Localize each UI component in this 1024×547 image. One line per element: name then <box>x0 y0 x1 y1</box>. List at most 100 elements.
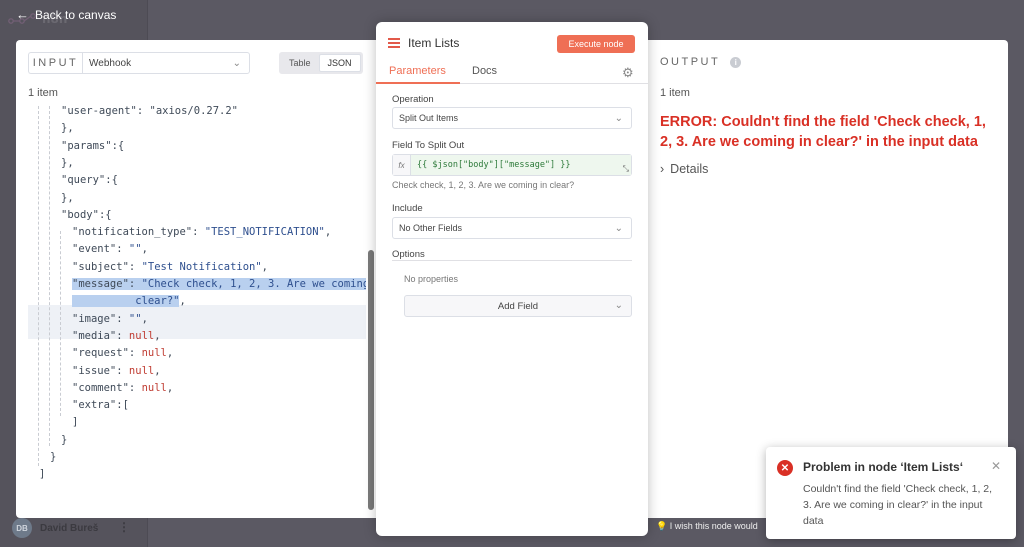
json-line: "issue": null, <box>72 363 161 380</box>
feedback-label: I wish this node would <box>669 521 758 531</box>
table-view-button[interactable]: Table <box>281 54 319 72</box>
json-line: "body":{ <box>61 207 112 224</box>
back-to-canvas-link[interactable]: ← Back to canvas <box>16 7 116 22</box>
lightbulb-icon: 💡 <box>656 521 668 531</box>
include-value: No Other Fields <box>399 223 463 233</box>
user-profile[interactable]: DB David Bureš <box>12 518 98 538</box>
scrollbar[interactable] <box>368 250 374 510</box>
options-label: Options <box>392 249 425 260</box>
input-header: INPUT Webhook ⌄ <box>28 52 250 74</box>
json-text: } <box>50 451 57 463</box>
json-key: "message" <box>72 278 129 290</box>
json-line: "notification_type": "TEST_NOTIFICATION"… <box>72 224 331 241</box>
error-toast: ✕ Problem in node ‘Item Lists‘ Couldn't … <box>766 447 1016 539</box>
add-field-button[interactable]: Add Field ⌄ <box>404 295 632 317</box>
field-to-split-label: Field To Split Out <box>392 140 465 151</box>
field-to-split-input[interactable]: fx {{ $json["body"]["message"] }} ⤡ <box>392 154 632 176</box>
include-select[interactable]: No Other Fields ⌄ <box>392 217 632 239</box>
json-after: :{ <box>98 208 112 221</box>
json-line: "image": "", <box>72 311 148 328</box>
json-line: }, <box>61 155 74 172</box>
json-tail: , <box>154 364 161 377</box>
json-line: "extra":[ <box>72 397 129 414</box>
output-header: OUTPUT i <box>660 56 742 68</box>
input-node-value: Webhook <box>89 57 132 69</box>
json-text: ] <box>39 468 46 481</box>
json-tail: , <box>324 226 332 239</box>
json-cont: clear?" <box>72 295 180 308</box>
chevron-down-icon: ⌄ <box>614 300 623 311</box>
json-str: "Test Notification" <box>141 260 262 273</box>
feedback-bar[interactable]: 💡 I wish this node would <box>650 516 764 536</box>
error-message: ERROR: Couldn't find the field 'Check ch… <box>660 114 986 150</box>
json-line: clear?", <box>72 293 186 310</box>
json-key: "query" <box>61 174 106 187</box>
json-sep: : <box>116 364 129 377</box>
json-key: "issue" <box>72 364 117 377</box>
details-label: Details <box>670 162 709 176</box>
json-sep: : <box>192 226 205 239</box>
indent-guide <box>60 231 61 416</box>
json-tail: , <box>166 381 174 394</box>
gear-icon[interactable]: ⚙ <box>622 65 634 81</box>
json-line: "media": null, <box>72 328 161 345</box>
indent-guide <box>38 106 39 466</box>
json-tail: , <box>261 260 268 273</box>
json-line: "message": "Check check, 1, 2, 3. Are we… <box>72 276 366 293</box>
add-field-label: Add Field <box>497 300 539 312</box>
json-line: }, <box>61 120 74 137</box>
json-str: "" <box>128 312 142 325</box>
chevron-down-icon: ⌄ <box>614 112 623 124</box>
toast-message: Couldn't find the field 'Check check, 1,… <box>803 483 993 527</box>
json-text: ] <box>72 416 79 429</box>
json-text: }, <box>61 191 74 204</box>
input-node-select[interactable]: Webhook ⌄ <box>82 52 250 74</box>
input-panel: INPUT Webhook ⌄ Table JSON 1 item "user-… <box>16 40 376 518</box>
node-title: Item Lists <box>388 36 459 50</box>
json-key: "event" <box>72 243 117 256</box>
json-sep: : <box>116 312 129 325</box>
list-icon <box>388 38 400 48</box>
json-key: "media" <box>72 329 117 342</box>
json-str: "Check check, 1, 2, 3. Are we coming in <box>141 278 366 290</box>
execute-node-button[interactable]: Execute node <box>557 35 635 53</box>
info-icon[interactable]: i <box>730 56 742 68</box>
toast-title: Problem in node ‘Item Lists‘ <box>803 460 964 474</box>
avatar: DB <box>12 518 32 538</box>
no-properties-text: No properties <box>404 274 459 284</box>
json-line: "query":{ <box>61 172 118 189</box>
node-title-text[interactable]: Item Lists <box>408 36 459 50</box>
active-tab-underline <box>376 82 460 84</box>
details-toggle[interactable]: › Details <box>660 162 708 176</box>
json-line: "comment": null, <box>72 380 173 397</box>
json-text: "user-agent": "axios/0.27.2" <box>61 106 239 117</box>
json-key: "image" <box>72 312 117 325</box>
json-key: "params" <box>61 139 112 152</box>
json-str: "TEST_NOTIFICATION" <box>204 226 325 239</box>
json-nul: null <box>128 329 155 342</box>
json-after: :{ <box>105 174 118 187</box>
tab-parameters[interactable]: Parameters <box>389 65 446 77</box>
expand-icon[interactable]: ⤡ <box>623 164 629 174</box>
json-nul: null <box>141 381 167 394</box>
input-item-count: 1 item <box>28 87 58 99</box>
expression-value[interactable]: {{ $json["body"]["message"] }} <box>411 155 631 175</box>
output-item-count: 1 item <box>660 87 690 99</box>
json-sep: : <box>128 278 142 290</box>
json-tail: , <box>179 295 186 308</box>
json-sep: : <box>116 243 129 256</box>
fx-icon: fx <box>393 155 411 175</box>
json-view-button[interactable]: JSON <box>318 54 361 72</box>
operation-select[interactable]: Split Out Items ⌄ <box>392 107 632 129</box>
feedback-text: 💡 I wish this node would <box>656 521 758 532</box>
close-icon[interactable]: ✕ <box>991 459 1001 473</box>
tab-docs[interactable]: Docs <box>472 65 497 77</box>
json-after: :[ <box>116 399 129 412</box>
indent-guide <box>49 106 50 446</box>
expression-result-hint: Check check, 1, 2, 3. Are we coming in c… <box>392 180 575 190</box>
json-tail: , <box>166 347 174 360</box>
json-after: :{ <box>111 139 125 152</box>
user-menu-icon[interactable]: ⋮ <box>118 520 130 534</box>
json-sep: : <box>128 381 142 394</box>
json-viewer[interactable]: "user-agent": "axios/0.27.2"}, "params":{… <box>16 106 366 511</box>
